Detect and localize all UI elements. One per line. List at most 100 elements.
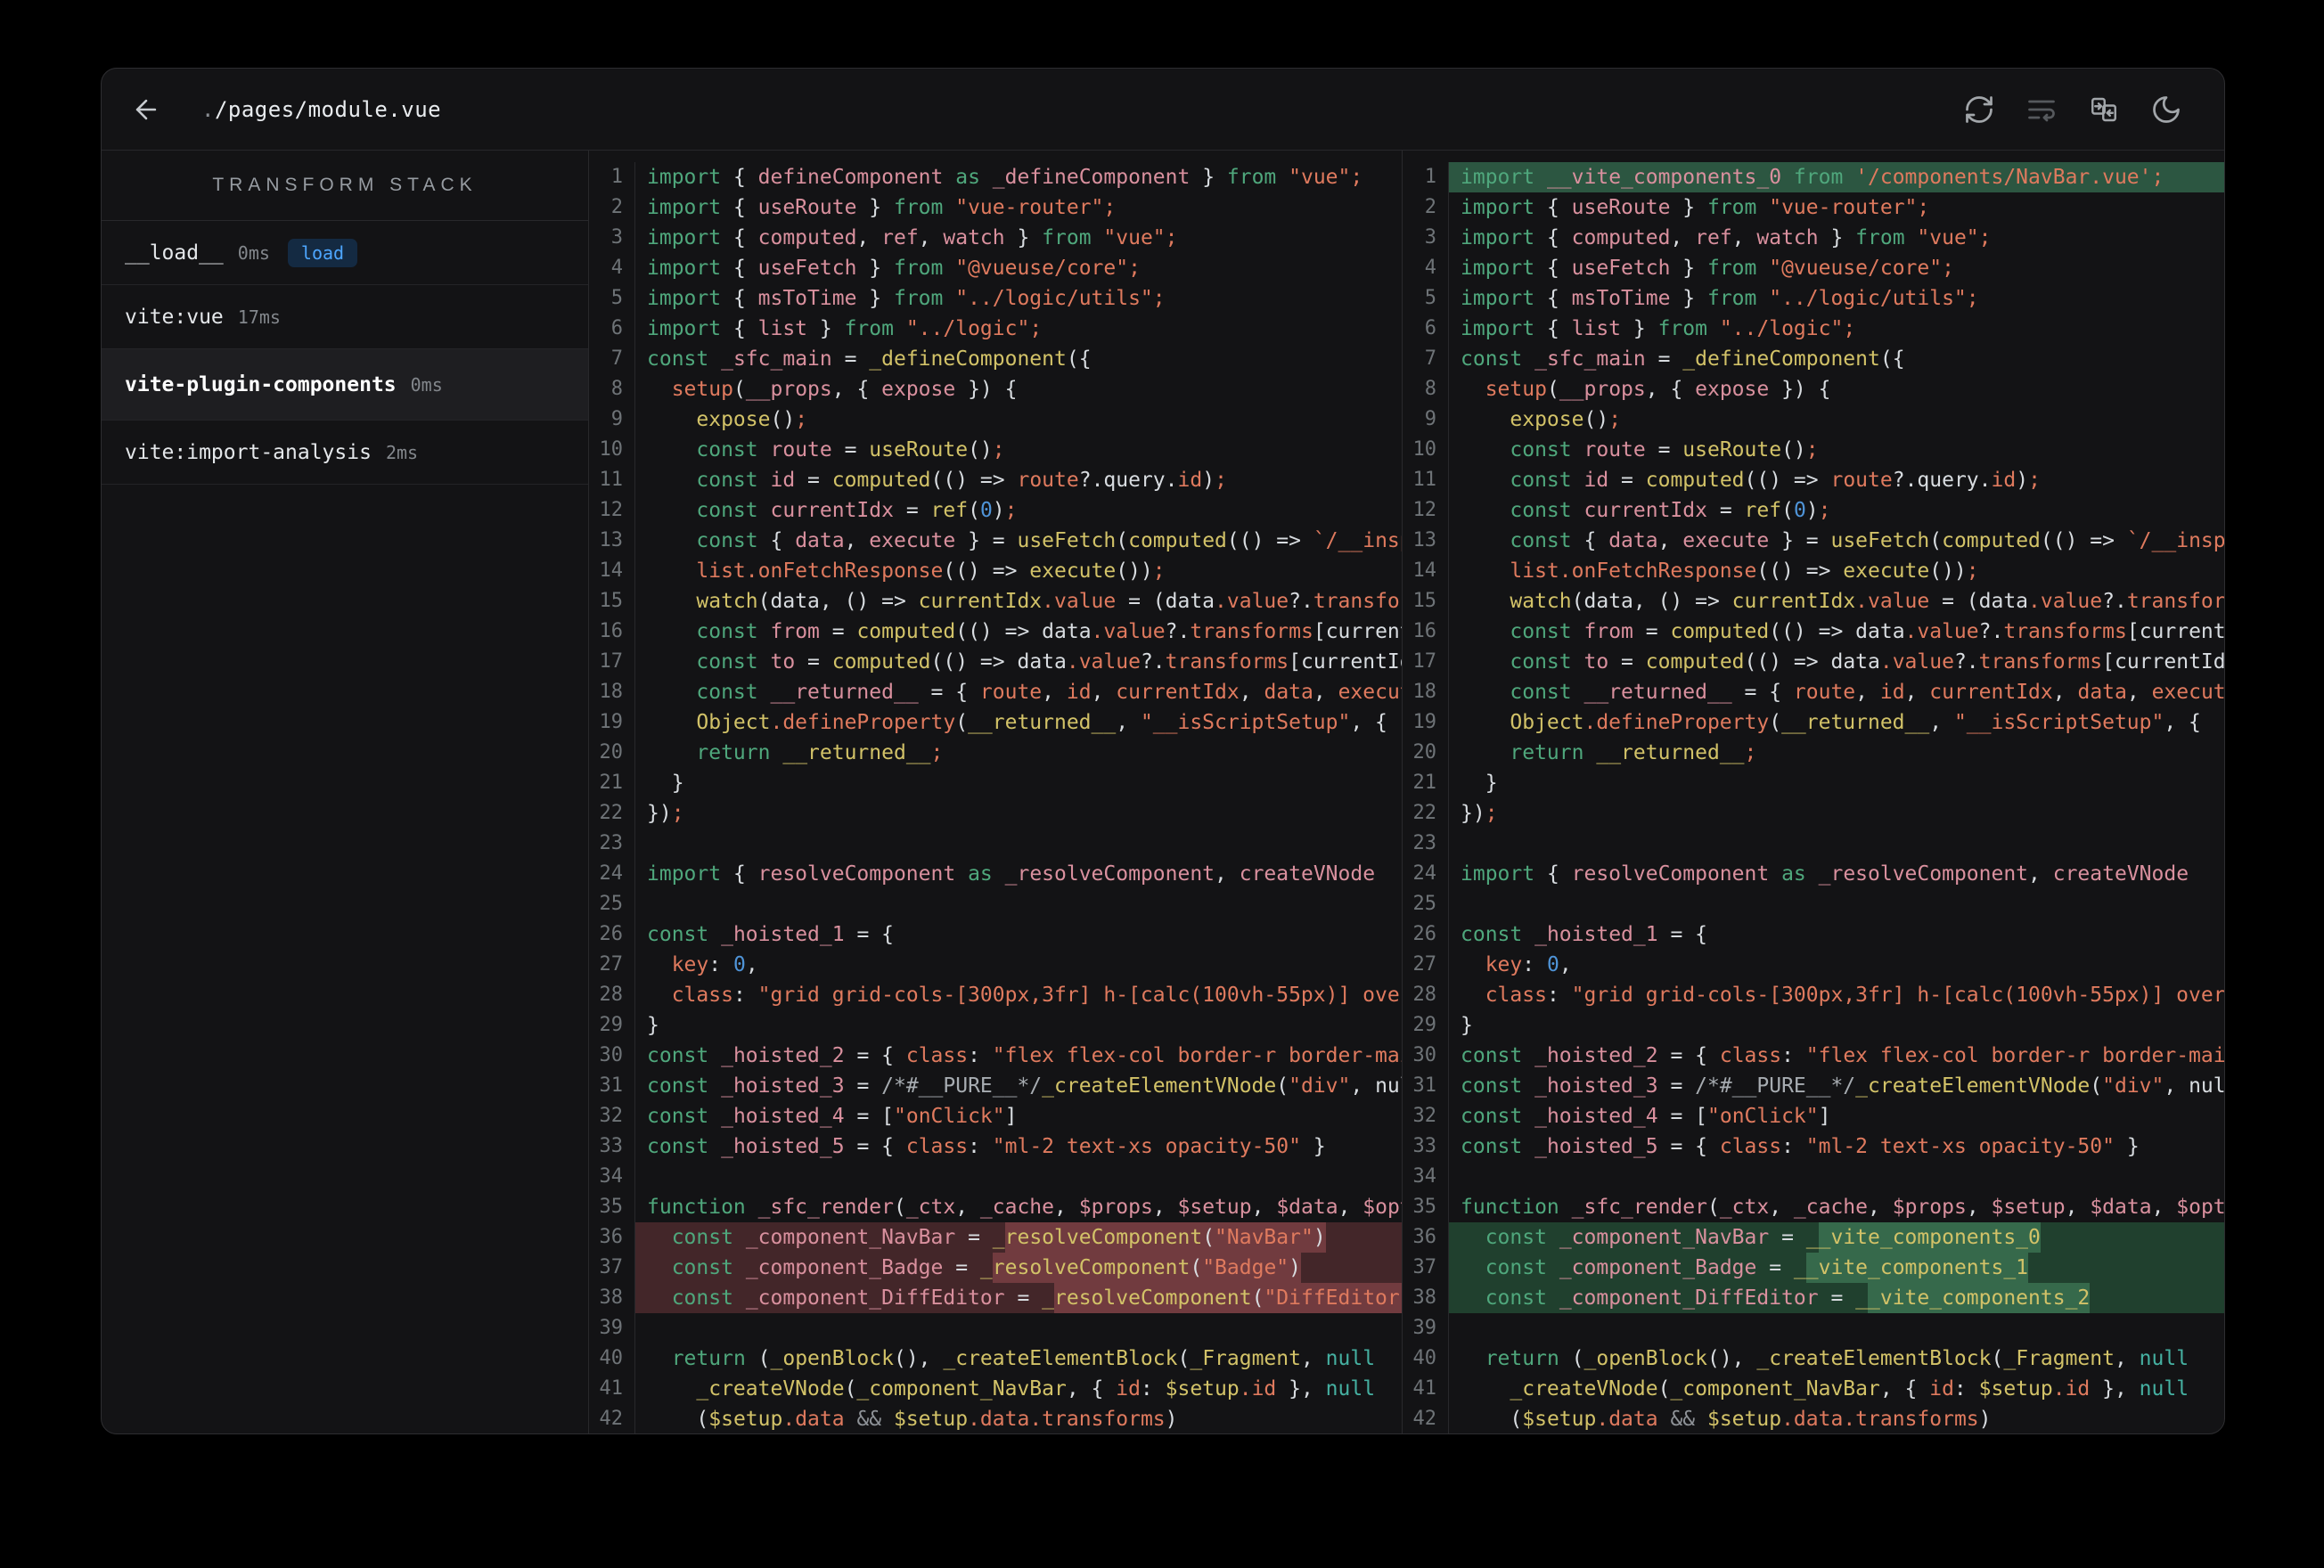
line-number: 15 [1403, 586, 1449, 617]
code-content: import { useFetch } from "@vueuse/core"; [1461, 257, 1954, 280]
code-line: 6 import { list } from "../logic"; [589, 314, 1402, 344]
line-number: 33 [1403, 1131, 1449, 1162]
code-line: 20 return __returned__; [1403, 738, 2224, 768]
code-line: 4 import { useFetch } from "@vueuse/core"… [589, 253, 1402, 283]
code-line: 19 Object.defineProperty(__returned__, "… [1403, 707, 2224, 738]
line-wrap-button[interactable] [2025, 93, 2058, 127]
code-line: 14 list.onFetchResponse(() => execute())… [589, 556, 1402, 586]
code-line: 8 setup(__props, { expose }) { [1403, 374, 2224, 404]
code-content: const from = computed(() => data.value?.… [696, 620, 1402, 643]
line-number: 32 [1403, 1101, 1449, 1131]
code-line: 22}); [1403, 798, 2224, 829]
diff-editor: 1 import { defineComponent as _defineComp… [589, 151, 2224, 1433]
line-number: 30 [589, 1041, 635, 1071]
code-content: const id = computed(() => route?.query.i… [1510, 469, 2041, 492]
code-pane-after[interactable]: 1 import __vite_components_0 from '/compo… [1402, 151, 2224, 1433]
line-number: 38 [589, 1283, 635, 1313]
code-content: }); [1461, 802, 1498, 825]
line-number: 18 [1403, 677, 1449, 707]
code-content: ($setup.data && $setup.data.transforms) [1461, 1408, 1992, 1431]
title-path: /pages/module.vue [214, 96, 442, 122]
back-button[interactable] [128, 92, 164, 127]
code-line: 9 expose(); [589, 404, 1402, 435]
line-number: 14 [1403, 556, 1449, 586]
code-line: 40 return (_openBlock(), _createElementB… [1403, 1343, 2224, 1374]
sidebar-item-vite-import-analysis[interactable]: vite:import-analysis 2ms [102, 421, 588, 485]
sidebar-item-vite-plugin-components[interactable]: vite-plugin-components 0ms [102, 349, 588, 421]
line-number: 12 [1403, 495, 1449, 526]
code-line: 2 import { useRoute } from "vue-router"; [1403, 192, 2224, 223]
code-line: 15 watch(data, () => currentIdx.value = … [589, 586, 1402, 617]
line-number: 3 [589, 223, 635, 253]
code-content: } [1461, 1014, 1473, 1037]
line-number: 1 [1403, 162, 1449, 192]
code-line: 20 return __returned__; [589, 738, 1402, 768]
code-line: 35 function _sfc_render(_ctx, _cache, $pr… [1403, 1192, 2224, 1222]
line-number: 25 [589, 889, 635, 919]
line-number: 12 [589, 495, 635, 526]
code-content: import { resolveComponent as _resolveCom… [1461, 862, 2189, 886]
code-content: } [647, 1014, 659, 1037]
code-line: 26 const _hoisted_1 = { [1403, 919, 2224, 950]
sidebar-item-vite-vue[interactable]: vite:vue 17ms [102, 285, 588, 349]
code-line: 8 setup(__props, { expose }) { [589, 374, 1402, 404]
line-number: 11 [589, 465, 635, 495]
line-number: 32 [589, 1101, 635, 1131]
line-number: 31 [589, 1071, 635, 1101]
line-number: 6 [1403, 314, 1449, 344]
code-content [1449, 829, 2224, 859]
code-line: 23 [589, 829, 1402, 859]
load-badge: load [287, 238, 358, 267]
line-number: 23 [1403, 829, 1449, 859]
line-number: 24 [1403, 859, 1449, 889]
code-line: 11 const id = computed(() => route?.quer… [589, 465, 1402, 495]
line-number: 42 [589, 1404, 635, 1433]
code-line: 4 import { useFetch } from "@vueuse/core"… [1403, 253, 2224, 283]
line-number: 38 [1403, 1283, 1449, 1313]
plugin-name: __load__ [125, 241, 224, 265]
line-number: 25 [1403, 889, 1449, 919]
code-line: 1 import __vite_components_0 from '/compo… [1403, 162, 2224, 192]
code-content: list.onFetchResponse(() => execute()); [696, 559, 1166, 583]
toggle-diff-view-button[interactable] [2087, 93, 2121, 127]
sidebar-item--load-[interactable]: __load__ 0ms load [102, 221, 588, 285]
code-content: const _hoisted_1 = { [1461, 923, 1707, 946]
code-content: const _hoisted_5 = { class: "ml-2 text-x… [647, 1135, 1326, 1158]
line-number: 40 [1403, 1343, 1449, 1374]
code-content: return __returned__; [1510, 741, 1757, 764]
code-content: _createVNode(_component_NavBar, { id: $s… [696, 1377, 1376, 1401]
code-line: 30 const _hoisted_2 = { class: "flex flex… [589, 1041, 1402, 1071]
code-content: return (_openBlock(), _createElementBloc… [1485, 1347, 2189, 1370]
line-number: 42 [1403, 1404, 1449, 1433]
code-line: 42 ($setup.data && $setup.data.transform… [589, 1404, 1402, 1433]
code-line: 33 const _hoisted_5 = { class: "ml-2 text… [589, 1131, 1402, 1162]
code-content: key: 0, [1485, 953, 1572, 976]
code-content: const _component_NavBar = __vite_compone… [1449, 1222, 2224, 1253]
code-line: 37 const _component_Badge = _resolveComp… [589, 1253, 1402, 1283]
line-number: 4 [1403, 253, 1449, 283]
code-line: 39 [1403, 1313, 2224, 1343]
line-number: 28 [1403, 980, 1449, 1010]
transform-stack-list: __load__ 0ms load vite:vue 17ms vite-plugin-c… [102, 221, 588, 485]
main-area: TRANSFORM STACK __load__ 0ms load vite:vue 1… [102, 151, 2224, 1433]
code-content: const _component_Badge = _resolveCompone… [635, 1253, 1402, 1283]
plugin-name: vite-plugin-components [125, 372, 397, 396]
code-line: 24 import { resolveComponent as _resolveC… [589, 859, 1402, 889]
plugin-time: 0ms [410, 373, 443, 396]
line-number: 22 [1403, 798, 1449, 829]
code-line: 42 ($setup.data && $setup.data.transform… [1403, 1404, 2224, 1433]
line-number: 19 [589, 707, 635, 738]
code-line: 7 const _sfc_main = _defineComponent({ [589, 344, 1402, 374]
code-pane-before[interactable]: 1 import { defineComponent as _defineComp… [589, 151, 1402, 1433]
code-line: 27 key: 0, [589, 950, 1402, 980]
code-line: 38 const _component_DiffEditor = __vite_… [1403, 1283, 2224, 1313]
code-line: 5 import { msToTime } from "../logic/util… [1403, 283, 2224, 314]
code-content: import { useFetch } from "@vueuse/core"; [647, 257, 1141, 280]
code-line: 16 const from = computed(() => data.valu… [589, 617, 1402, 647]
line-number: 13 [589, 526, 635, 556]
dark-mode-button[interactable] [2149, 93, 2183, 127]
code-content: const _hoisted_4 = ["onClick"] [1461, 1105, 1831, 1128]
refresh-button[interactable] [1962, 93, 1996, 127]
code-content: const currentIdx = ref(0); [1510, 499, 1831, 522]
code-line: 9 expose(); [1403, 404, 2224, 435]
